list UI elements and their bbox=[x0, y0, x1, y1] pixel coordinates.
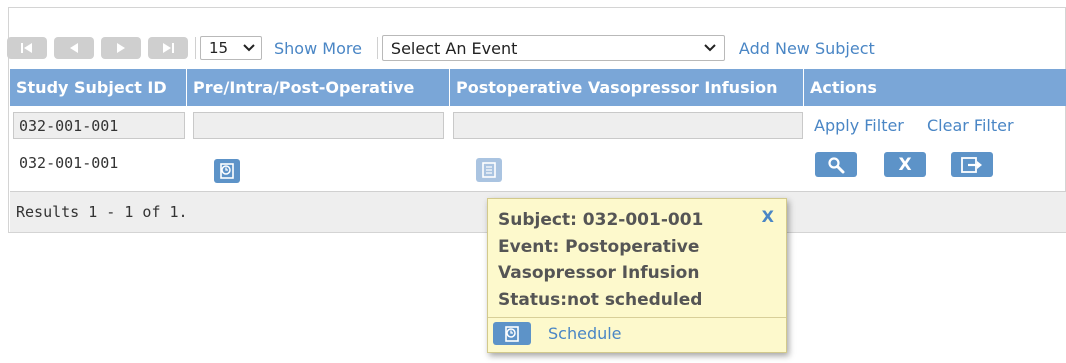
popup-event-cont: Vasopressor Infusion bbox=[498, 263, 700, 283]
popup-details: Subject: 032-001-001 Event: Postoperativ… bbox=[498, 207, 703, 313]
last-page-button[interactable] bbox=[148, 37, 188, 59]
event-select-value: Select An Event bbox=[390, 38, 518, 58]
reassign-subject-button[interactable] bbox=[951, 152, 993, 177]
reassign-icon bbox=[961, 156, 982, 173]
schedule-link[interactable]: Schedule bbox=[548, 324, 622, 343]
doc-icon bbox=[482, 162, 496, 178]
next-page-icon bbox=[117, 43, 125, 53]
popup-subject: Subject: 032-001-001 bbox=[498, 210, 704, 230]
popup-divider bbox=[488, 317, 786, 318]
add-new-subject-link[interactable]: Add New Subject bbox=[739, 39, 875, 58]
toolbar-separator bbox=[195, 37, 196, 59]
magnifier-icon bbox=[828, 156, 845, 173]
next-page-button[interactable] bbox=[101, 37, 141, 59]
toolbar-separator bbox=[376, 37, 378, 59]
schedule-icon-button[interactable] bbox=[493, 322, 531, 345]
chevron-down-icon bbox=[243, 44, 255, 52]
subject-id-filter[interactable]: 032-001-001 bbox=[13, 112, 185, 139]
row-subject-id: 032-001-001 bbox=[19, 154, 119, 172]
popup-close-button[interactable]: X bbox=[762, 207, 774, 226]
view-subject-button[interactable] bbox=[815, 152, 857, 177]
first-page-button[interactable] bbox=[7, 37, 47, 59]
last-page-icon bbox=[163, 43, 174, 53]
table-header: Study Subject ID Pre/Intra/Post-Operativ… bbox=[10, 69, 1066, 106]
pre-intra-post-operative-filter[interactable] bbox=[193, 112, 444, 139]
apply-filter-link[interactable]: Apply Filter bbox=[814, 116, 904, 135]
page-size-value: 15 bbox=[209, 39, 229, 57]
header-pre-intra-post-operative[interactable]: Pre/Intra/Post-Operative bbox=[187, 69, 450, 106]
first-page-icon bbox=[21, 43, 32, 53]
remove-x-icon: X bbox=[898, 154, 912, 175]
header-postoperative-vasopressor-infusion[interactable]: Postoperative Vasopressor Infusion bbox=[450, 69, 804, 106]
popup-status: Status:not scheduled bbox=[498, 289, 703, 310]
page-size-select[interactable]: 15 bbox=[200, 36, 262, 60]
chevron-down-icon bbox=[704, 44, 716, 52]
postoperative-vasopressor-filter[interactable] bbox=[453, 112, 803, 139]
filter-row: 032-001-001 Apply Filter Clear Filter bbox=[10, 107, 1066, 145]
event-status-popup: Subject: 032-001-001 Event: Postoperativ… bbox=[487, 198, 787, 353]
postoperative-vasopressor-event-button[interactable] bbox=[476, 158, 502, 182]
header-actions: Actions bbox=[810, 78, 877, 97]
subject-matrix-screen: 15 Show More Select An Event Add New Sub… bbox=[0, 0, 1066, 363]
show-more-link[interactable]: Show More bbox=[274, 39, 362, 58]
popup-event: Event: Postoperative bbox=[498, 236, 700, 257]
prev-page-icon bbox=[70, 43, 78, 53]
pre-intra-post-event-button[interactable] bbox=[214, 159, 240, 183]
clock-doc-icon bbox=[220, 163, 234, 179]
table-row: 032-001-001 X bbox=[10, 145, 1066, 192]
clear-filter-link[interactable]: Clear Filter bbox=[927, 116, 1014, 135]
clock-doc-icon bbox=[505, 325, 519, 342]
prev-page-button[interactable] bbox=[54, 37, 94, 59]
header-study-subject-id[interactable]: Study Subject ID bbox=[10, 69, 187, 106]
event-select[interactable]: Select An Event bbox=[381, 35, 725, 61]
results-count: Results 1 - 1 of 1. bbox=[16, 203, 188, 221]
remove-subject-button[interactable]: X bbox=[884, 152, 926, 177]
toolbar: 15 Show More Select An Event Add New Sub… bbox=[7, 33, 875, 63]
